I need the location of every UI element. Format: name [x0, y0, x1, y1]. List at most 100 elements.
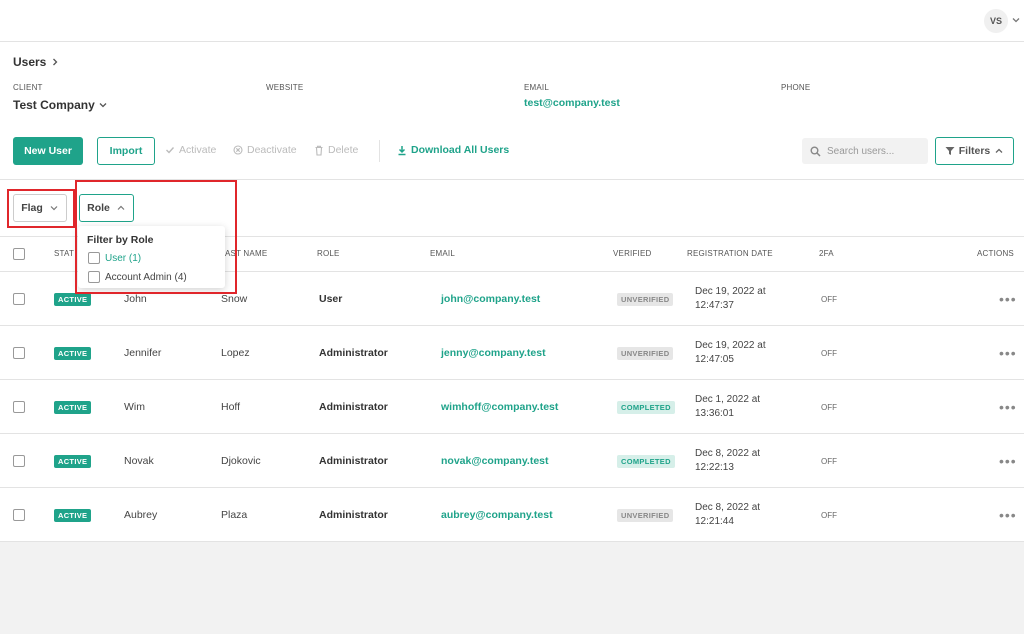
client-selector[interactable]: Test Company — [13, 98, 108, 112]
registration-date-time: 13:36:01 — [695, 408, 734, 419]
registration-date-day: Dec 8, 2022 at — [695, 448, 761, 459]
top-bar — [0, 0, 1024, 42]
status-badge: ACTIVE — [54, 454, 92, 468]
table-row[interactable]: ACTIVE Aubrey Plaza Administrator aubrey@com… — [0, 488, 1024, 542]
role: User — [319, 293, 343, 305]
chevron-right-icon[interactable] — [50, 57, 60, 67]
registration-date: Dec 19, 2022 at 12:47:37 — [695, 285, 785, 313]
role-option-account-admin[interactable]: Account Admin (4) — [88, 271, 187, 283]
flag-chip-label: Flag — [21, 202, 43, 214]
role-option-checkbox[interactable] — [88, 252, 100, 264]
download-all-users-button[interactable]: Download All Users — [397, 144, 509, 156]
email-link[interactable]: wimhoff@company.test — [441, 380, 558, 434]
filter-icon — [945, 147, 955, 155]
download-label: Download All Users — [411, 144, 510, 156]
search-input[interactable] — [827, 145, 917, 157]
trash-icon — [315, 145, 323, 156]
email-link[interactable]: jenny@company.test — [441, 326, 546, 380]
first-name: Novak — [124, 455, 154, 467]
email-label: EMAIL — [524, 83, 550, 92]
more-actions-icon[interactable]: ••• — [999, 345, 1017, 361]
registration-date-day: Dec 1, 2022 at — [695, 394, 761, 405]
deactivate-button[interactable]: Deactivate — [233, 144, 297, 156]
column-header-status[interactable]: STAT — [54, 249, 74, 258]
filters-label: Filters — [958, 145, 991, 157]
role-option-user[interactable]: User (1) — [88, 252, 141, 264]
first-name: Jennifer — [124, 347, 162, 359]
column-header-email[interactable]: EMAIL — [430, 249, 455, 258]
chevron-up-icon — [995, 148, 1003, 153]
role-option-checkbox[interactable] — [88, 271, 100, 283]
more-actions-icon[interactable]: ••• — [999, 453, 1017, 469]
first-name: Wim — [124, 401, 145, 413]
role-option-label: Account Admin (4) — [105, 271, 187, 283]
column-header-2fa[interactable]: 2FA — [819, 249, 834, 258]
activate-button[interactable]: Activate — [165, 144, 216, 156]
chevron-down-icon[interactable] — [1010, 14, 1022, 26]
column-header-role[interactable]: ROLE — [317, 249, 340, 258]
verified-badge: UNVERIFIED — [617, 508, 674, 522]
search-icon — [810, 146, 821, 157]
column-header-last-name[interactable]: AST NAME — [225, 249, 267, 258]
email-link[interactable]: novak@company.test — [441, 434, 549, 488]
2fa-status: OFF — [821, 456, 837, 466]
status-badge: ACTIVE — [54, 508, 92, 522]
last-name: Hoff — [221, 401, 241, 413]
first-name: Aubrey — [124, 509, 158, 521]
flag-filter-chip[interactable]: Flag — [13, 194, 67, 222]
role: Administrator — [319, 347, 388, 359]
row-checkbox[interactable] — [13, 401, 25, 413]
search-box[interactable] — [802, 138, 928, 164]
email-link[interactable]: john@company.test — [441, 272, 540, 326]
role-chip-label: Role — [87, 202, 110, 214]
role-option-label: User (1) — [105, 252, 142, 264]
registration-date: Dec 19, 2022 at 12:47:05 — [695, 339, 785, 367]
table-row[interactable]: ACTIVE Novak Djokovic Administrator novak@co… — [0, 434, 1024, 488]
filters-button[interactable]: Filters — [935, 137, 1014, 165]
role-filter-dropdown: Filter by Role User (1) Account Admin (4… — [78, 226, 225, 288]
cancel-circle-icon — [233, 145, 243, 155]
client-name: Test Company — [13, 98, 95, 112]
status-badge: ACTIVE — [54, 400, 92, 414]
table-row[interactable]: ACTIVE Wim Hoff Administrator wimhoff@compan… — [0, 380, 1024, 434]
last-name: Lopez — [221, 347, 250, 359]
table-row[interactable]: ACTIVE Jennifer Lopez Administrator jenny@co… — [0, 326, 1024, 380]
verified-badge: COMPLETED — [617, 400, 675, 414]
empty-area — [0, 542, 1024, 634]
role: Administrator — [319, 455, 388, 467]
status-badge: ACTIVE — [54, 346, 92, 360]
row-checkbox[interactable] — [13, 455, 25, 467]
2fa-status: OFF — [821, 510, 837, 520]
column-header-verified[interactable]: VERIFIED — [613, 249, 652, 258]
registration-date-time: 12:21:44 — [695, 516, 734, 527]
user-avatar[interactable]: VS — [984, 9, 1008, 33]
download-icon — [398, 145, 406, 155]
more-actions-icon[interactable]: ••• — [999, 507, 1017, 523]
chevron-down-icon — [99, 103, 107, 108]
row-checkbox[interactable] — [13, 509, 25, 521]
email-link[interactable]: aubrey@company.test — [441, 488, 553, 542]
import-button[interactable]: Import — [97, 137, 155, 165]
role: Administrator — [319, 401, 388, 413]
registration-date: Dec 1, 2022 at 13:36:01 — [695, 393, 785, 421]
registration-date: Dec 8, 2022 at 12:21:44 — [695, 501, 785, 529]
2fa-status: OFF — [821, 402, 837, 412]
client-email-link[interactable]: test@company.test — [524, 97, 620, 109]
last-name: Djokovic — [221, 455, 261, 467]
registration-date-time: 12:47:37 — [695, 300, 734, 311]
column-header-registration-date[interactable]: REGISTRATION DATE — [687, 249, 773, 258]
chevron-down-icon — [50, 206, 58, 211]
select-all-checkbox[interactable] — [13, 248, 25, 260]
column-header-actions: ACTIONS — [977, 249, 1014, 258]
row-checkbox[interactable] — [13, 293, 25, 305]
toolbar-divider — [379, 140, 380, 162]
role-filter-chip[interactable]: Role — [79, 194, 134, 222]
row-checkbox[interactable] — [13, 347, 25, 359]
dropdown-title: Filter by Role — [87, 234, 154, 246]
delete-button[interactable]: Delete — [314, 144, 358, 156]
more-actions-icon[interactable]: ••• — [999, 291, 1017, 307]
more-actions-icon[interactable]: ••• — [999, 399, 1017, 415]
registration-date-day: Dec 19, 2022 at — [695, 340, 766, 351]
new-user-button[interactable]: New User — [13, 137, 83, 165]
chevron-up-icon — [117, 205, 125, 210]
